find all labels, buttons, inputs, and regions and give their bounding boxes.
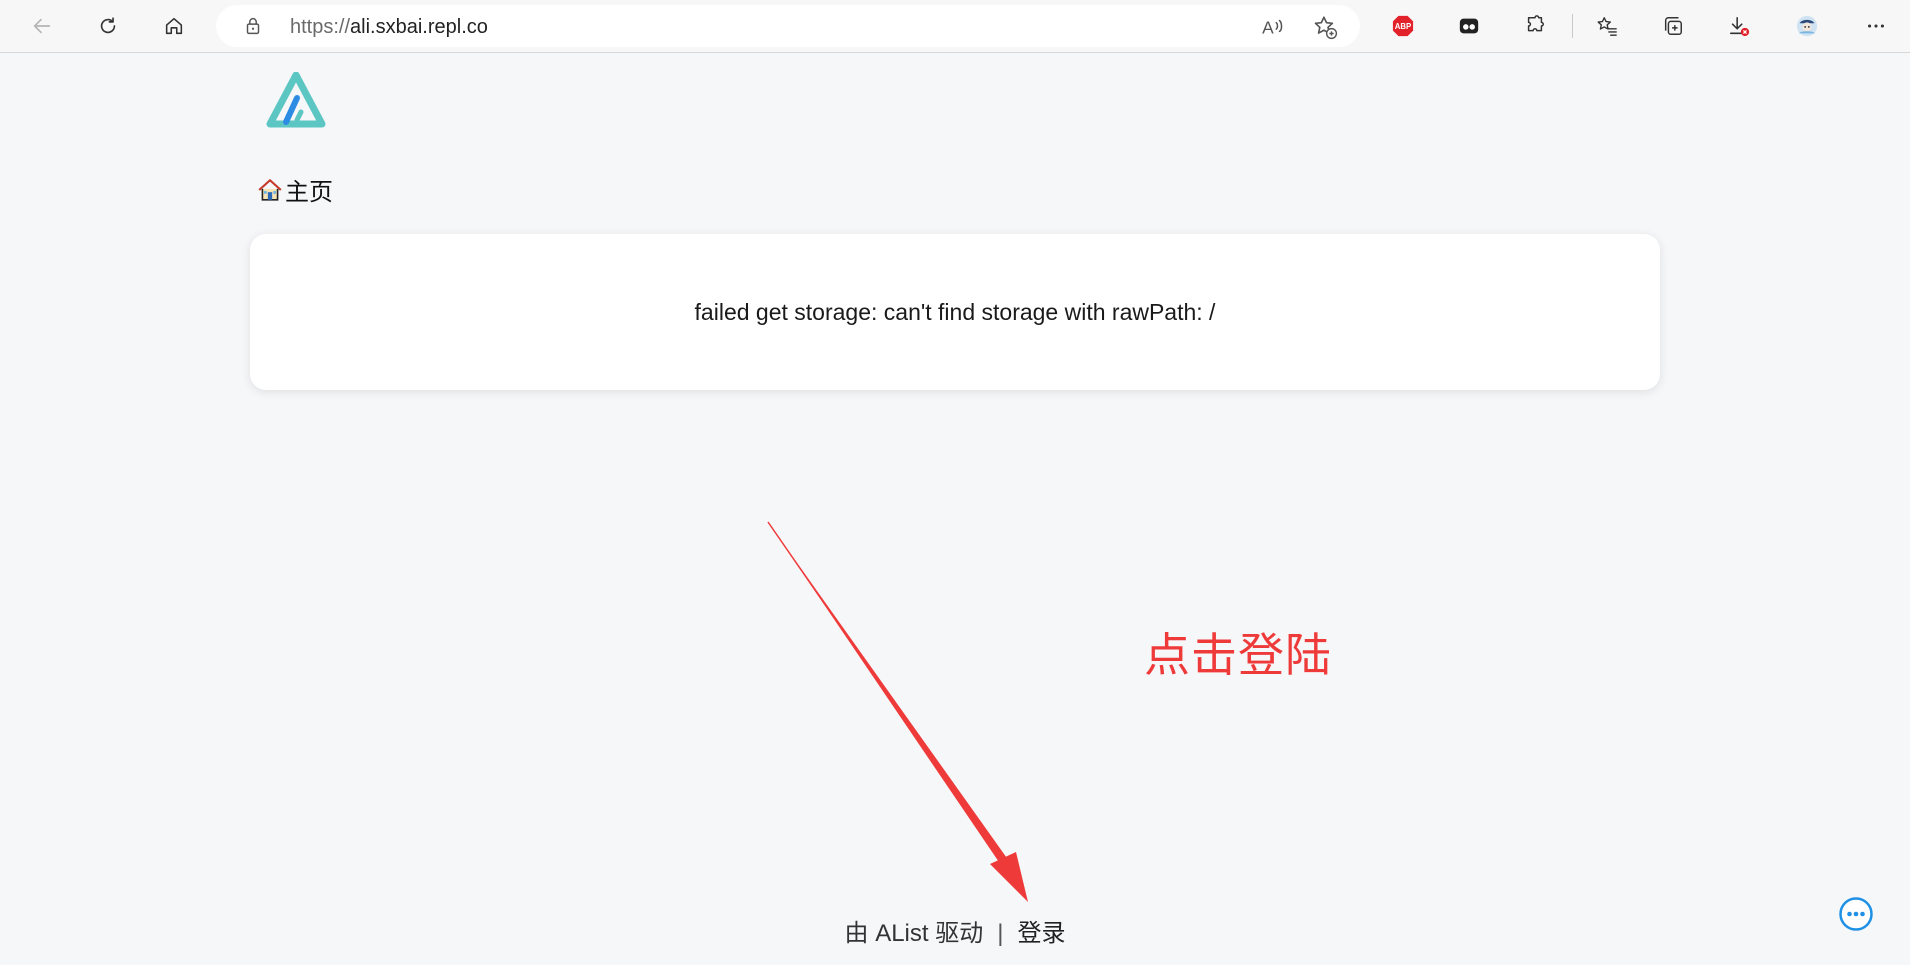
footer: 由 AList 驱动 | 登录 bbox=[0, 913, 1910, 948]
annotation-arrow bbox=[767, 521, 1028, 902]
more-options-icon[interactable] bbox=[1838, 896, 1874, 932]
toolbar-divider bbox=[1572, 14, 1573, 38]
extension-icon[interactable] bbox=[1452, 9, 1486, 43]
login-link[interactable]: 登录 bbox=[1017, 920, 1065, 947]
more-menu-icon[interactable] bbox=[1859, 9, 1893, 43]
browser-toolbar: https://ali.sxbai.repl.co A ABP bbox=[0, 0, 1910, 53]
collections-icon[interactable] bbox=[1656, 9, 1690, 43]
url-text[interactable]: https://ali.sxbai.repl.co bbox=[290, 16, 488, 39]
alist-logo[interactable] bbox=[264, 72, 328, 130]
address-bar[interactable]: https://ali.sxbai.repl.co A bbox=[216, 5, 1360, 47]
error-card: failed get storage: can't find storage w… bbox=[250, 234, 1660, 390]
profile-avatar[interactable] bbox=[1790, 9, 1824, 43]
favorites-icon[interactable] bbox=[1590, 9, 1624, 43]
powered-by-text[interactable]: 由 AList 驱动 bbox=[845, 920, 984, 947]
breadcrumb: 主页 bbox=[257, 172, 333, 207]
puzzle-extensions-icon[interactable] bbox=[1518, 9, 1552, 43]
read-aloud-icon[interactable]: A bbox=[1260, 14, 1286, 40]
error-message: failed get storage: can't find storage w… bbox=[694, 298, 1216, 325]
breadcrumb-home-link[interactable]: 主页 bbox=[285, 172, 333, 207]
refresh-icon[interactable] bbox=[91, 9, 125, 43]
svg-text:A: A bbox=[1262, 18, 1274, 38]
annotation-text: 点击登陆 bbox=[1144, 629, 1332, 681]
adblock-plus-icon[interactable]: ABP bbox=[1386, 9, 1420, 43]
svg-text:ABP: ABP bbox=[1395, 22, 1411, 31]
lock-icon[interactable] bbox=[242, 15, 264, 37]
downloads-icon[interactable] bbox=[1722, 9, 1756, 43]
footer-separator: | bbox=[997, 920, 1004, 947]
add-favorite-icon[interactable] bbox=[1312, 14, 1338, 40]
back-icon[interactable] bbox=[25, 9, 59, 43]
home-icon[interactable] bbox=[157, 9, 191, 43]
house-icon bbox=[258, 178, 282, 201]
